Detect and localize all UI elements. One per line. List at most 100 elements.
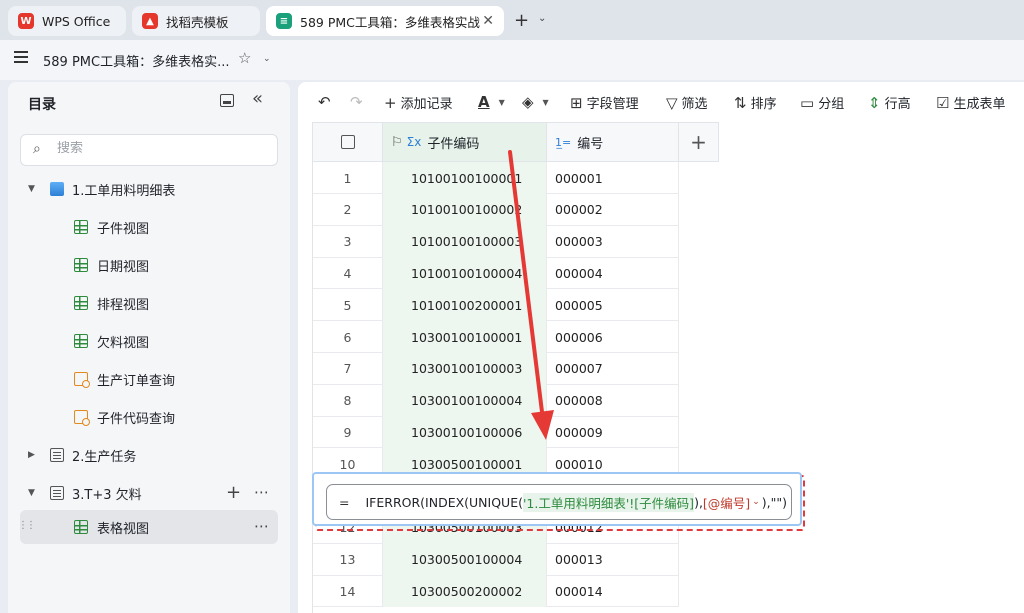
more-icon[interactable]: ⋯ (254, 517, 269, 535)
table-row[interactable]: 5 10100100200001 000005 (313, 289, 679, 322)
star-icon[interactable]: ☆ (238, 49, 251, 67)
browser-tab-wps-office[interactable]: W WPS Office (8, 6, 126, 36)
sidebar-item-label: 表格视图 (97, 521, 150, 537)
sheet-icon (50, 182, 64, 196)
sidebar-item-selected-view[interactable]: ⋮⋮ 表格视图 ⋯ (18, 510, 278, 544)
cell-part-code[interactable]: 10100100100004 (383, 257, 547, 290)
cell-number[interactable]: 000002 (547, 193, 679, 226)
table-row[interactable]: 14 10300500200002 000014 (313, 575, 679, 608)
cell-part-code[interactable]: 10300500200002 (383, 575, 547, 608)
row-height-button[interactable]: ⇕ 行高 (868, 93, 911, 113)
browser-tab-docer[interactable]: ▲ 找稻壳模板 (132, 6, 260, 36)
table-row[interactable]: 2 10100100100002 000002 (313, 193, 679, 226)
cell-number[interactable]: 000007 (547, 352, 679, 385)
more-icon[interactable]: ⋯ (254, 483, 269, 501)
dbsheet-logo-icon: ≡ (276, 13, 292, 29)
cell-part-code[interactable]: 10100100100002 (383, 193, 547, 226)
grid-view-icon (74, 334, 88, 348)
generate-form-button[interactable]: ☑ 生成表单 (936, 93, 1006, 113)
search-input[interactable] (57, 141, 257, 156)
sidebar-item-sheet-3[interactable]: ▼ 3.T+3 欠料 + ⋯ (20, 476, 278, 510)
new-tab-plus-icon[interactable]: + (514, 10, 529, 31)
fill-color-button[interactable]: ◈ ▼ (522, 93, 549, 111)
cell-part-code[interactable]: 10300500100004 (383, 543, 547, 576)
chevron-down-icon[interactable]: ⌄ (538, 13, 546, 24)
folder-icon: ▭ (800, 93, 815, 112)
generate-form-label: 生成表单 (953, 97, 1006, 112)
collapsed-triangle-icon[interactable]: ▶ (28, 450, 35, 460)
redo-icon[interactable]: ↷ (350, 93, 367, 111)
filter-button[interactable]: ▽ 筛选 (666, 93, 708, 113)
table-row[interactable]: 4 10100100100004 000004 (313, 257, 679, 290)
chevron-down-icon[interactable]: ⌄ (263, 54, 271, 64)
sidebar-item-view[interactable]: 排程视图 (20, 286, 278, 320)
cell-number[interactable]: 000006 (547, 321, 679, 353)
browser-tab-active[interactable]: ≡ 589 PMC工具箱：多维表格实战： ✕ (266, 6, 504, 36)
cell-part-code[interactable]: 10300100100003 (383, 352, 547, 385)
cell-number[interactable]: 000004 (547, 257, 679, 290)
filter-label: 筛选 (681, 97, 708, 112)
cell-number[interactable]: 000005 (547, 289, 679, 322)
add-icon[interactable]: + (226, 482, 241, 503)
collapse-sidebar-icon[interactable]: « (252, 88, 263, 109)
add-column-button[interactable]: + (679, 122, 719, 162)
cell-number[interactable]: 000008 (547, 384, 679, 417)
row-index: 2 (313, 193, 383, 226)
wps-logo-icon: W (18, 13, 34, 29)
filter-icon: ▽ (666, 93, 678, 112)
formula-separator: ), (694, 494, 703, 510)
toggle-panel-icon[interactable] (220, 94, 234, 107)
tab-label: WPS Office (42, 13, 111, 29)
table-row[interactable]: 7 10300100100003 000007 (313, 352, 679, 385)
sidebar-item-sheet-1[interactable]: ▼ 1.工单用料明细表 (20, 172, 278, 206)
cell-part-code[interactable]: 10300100100004 (383, 384, 547, 417)
expanded-triangle-icon[interactable]: ▼ (28, 184, 35, 194)
sidebar-item-view[interactable]: 日期视图 (20, 248, 278, 282)
drag-handle-icon[interactable]: ⋮⋮ (18, 520, 36, 531)
sidebar-search[interactable]: ⌕ (20, 134, 278, 166)
chevron-down-icon[interactable]: ⌄ (752, 497, 760, 507)
close-icon[interactable]: ✕ (482, 13, 494, 29)
text-color-button[interactable]: A ▼ (478, 93, 505, 111)
cell-number[interactable]: 000003 (547, 225, 679, 258)
text-color-icon: A (478, 93, 490, 111)
cell-number[interactable]: 000001 (547, 162, 679, 194)
add-record-button[interactable]: + 添加记录 (384, 93, 453, 113)
table-row[interactable]: 1 10100100100001 000001 (313, 162, 679, 194)
formula-input[interactable]: = IFERROR(INDEX(UNIQUE( '1.工单用料明细表'![子件编… (326, 484, 792, 520)
field-manage-button[interactable]: ⊞ 字段管理 (570, 93, 639, 113)
main-content: ↶ ↷ + 添加记录 A ▼ ◈ ▼ ⊞ 字段管理 ▽ 筛选 ⇅ 排序 ▭ 分组 ⇕ 行高 ☑ 生… (298, 82, 1024, 613)
column-header-part-code[interactable]: ⚐ Σx 子件编码 (383, 122, 547, 162)
sidebar-item-view[interactable]: 欠料视图 (20, 324, 278, 358)
cell-number[interactable]: 000009 (547, 416, 679, 449)
cell-part-code[interactable]: 10300100100001 (383, 321, 547, 353)
sidebar-item-query[interactable]: 子件代码查询 (20, 400, 278, 434)
table-row[interactable]: 6 10300100100001 000006 (313, 321, 679, 353)
sidebar-item-sheet-2[interactable]: ▶ 2.生产任务 (20, 438, 278, 472)
cell-part-code[interactable]: 10300100100006 (383, 416, 547, 449)
cell-part-code[interactable]: 10100100200001 (383, 289, 547, 322)
undo-icon[interactable]: ↶ (318, 93, 335, 111)
table-row[interactable]: 3 10100100100003 000003 (313, 225, 679, 258)
row-height-icon: ⇕ (868, 93, 881, 112)
expanded-triangle-icon[interactable]: ▼ (28, 488, 35, 498)
group-label: 分组 (818, 97, 845, 112)
table-row[interactable]: 13 10300500100004 000013 (313, 543, 679, 576)
cell-part-code[interactable]: 10100100100001 (383, 162, 547, 194)
group-button[interactable]: ▭ 分组 (800, 93, 845, 113)
sidebar-title: 目录 (28, 97, 56, 113)
column-header-number[interactable]: 1̲= 编号 (547, 122, 679, 162)
menu-icon[interactable] (14, 51, 28, 63)
sidebar-item-query[interactable]: 生产订单查询 (20, 362, 278, 396)
table-row[interactable]: 9 10300100100006 000009 (313, 416, 679, 449)
cell-number[interactable]: 000014 (547, 575, 679, 608)
table-row[interactable]: 8 10300100100004 000008 (313, 384, 679, 417)
query-view-icon (74, 372, 90, 388)
data-grid: ⚐ Σx 子件编码 1̲= 编号 + 1 10100100100001 000001… (312, 122, 719, 613)
sidebar-item-view[interactable]: 子件视图 (20, 210, 278, 244)
cell-part-code[interactable]: 10100100100003 (383, 225, 547, 258)
select-all-header[interactable] (313, 122, 383, 162)
select-all-checkbox[interactable] (340, 135, 355, 149)
cell-number[interactable]: 000013 (547, 543, 679, 576)
sort-button[interactable]: ⇅ 排序 (734, 93, 777, 113)
